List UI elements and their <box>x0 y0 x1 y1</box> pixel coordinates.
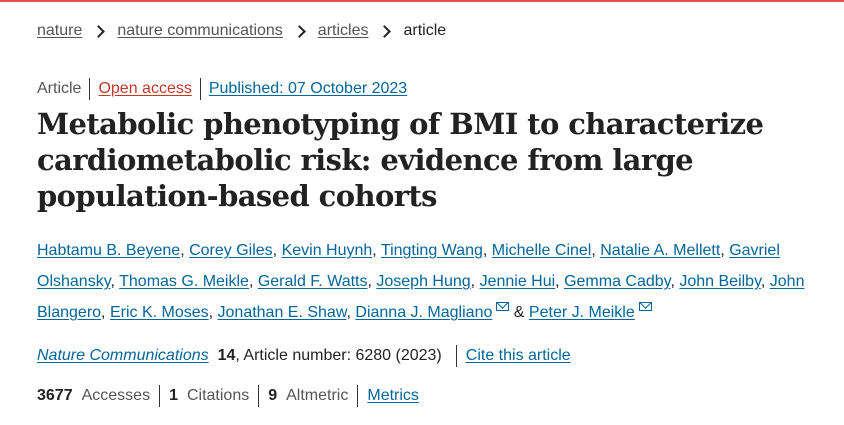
author-separator: , <box>272 242 282 259</box>
author-separator: , <box>720 242 730 259</box>
author-link[interactable]: Jonathan E. Shaw <box>218 304 347 321</box>
author-separator: , <box>482 242 492 259</box>
author-separator: , <box>208 304 218 321</box>
divider <box>455 345 457 367</box>
accesses-label: Accesses <box>81 387 151 404</box>
published-date-link[interactable]: Published: 07 October 2023 <box>209 79 407 99</box>
author-link[interactable]: Gerald F. Watts <box>258 273 368 290</box>
author-link[interactable]: Natalie A. Mellett <box>600 242 720 259</box>
divider <box>199 78 201 100</box>
article-type: Article <box>37 80 82 97</box>
author-link[interactable]: Gemma Cadby <box>564 273 670 290</box>
article-title: Metabolic phenotyping of BMI to characte… <box>37 107 764 213</box>
altmetric-label: Altmetric <box>286 387 349 404</box>
author-separator: , <box>760 273 770 290</box>
author-separator: , <box>372 242 381 259</box>
divider <box>258 385 260 407</box>
author-link[interactable]: John Beilby <box>679 273 761 290</box>
citations-count: 1 <box>169 387 178 404</box>
citations-label: Citations <box>186 387 250 404</box>
breadcrumb-item-nature[interactable]: nature <box>37 21 82 41</box>
author-separator: , <box>555 273 565 290</box>
author-link[interactable]: Peter J. Meikle <box>529 304 635 321</box>
article-number: , Article number: 6280 (2023) <box>235 347 442 364</box>
cite-this-article-link[interactable]: Cite this article <box>466 346 571 366</box>
accesses-count: 3677 <box>37 387 73 404</box>
chevron-right-icon <box>92 24 106 38</box>
breadcrumb: nature nature communications articles ar… <box>37 21 446 41</box>
author-link[interactable]: Kevin Huynh <box>282 242 373 259</box>
author-separator: , <box>248 273 258 290</box>
altmetric-count: 9 <box>268 387 278 404</box>
author-separator: , <box>110 273 120 290</box>
email-icon[interactable] <box>638 302 652 311</box>
author-link[interactable]: Eric K. Moses <box>110 304 209 321</box>
top-accent-bar <box>0 0 844 2</box>
author-link[interactable]: Habtamu B. Beyene <box>37 242 180 259</box>
author-link[interactable]: Dianna J. Magliano <box>355 304 492 321</box>
author-link[interactable]: Jennie Hui <box>480 273 556 290</box>
divider <box>357 385 359 407</box>
volume-number: 14 <box>217 347 236 364</box>
author-link[interactable]: Michelle Cinel <box>492 242 592 259</box>
author-separator: , <box>591 242 601 259</box>
breadcrumb-current: article <box>403 22 447 39</box>
chevron-right-icon <box>292 24 306 38</box>
citation-line: Nature Communications 14 , Article numbe… <box>37 345 571 367</box>
divider <box>89 78 91 100</box>
author-list: Habtamu B. Beyene, Corey Giles, Kevin Hu… <box>37 235 807 328</box>
author-link[interactable]: Tingting Wang <box>381 242 483 259</box>
author-link[interactable]: Thomas G. Meikle <box>119 273 249 290</box>
chevron-right-icon <box>378 24 392 38</box>
divider <box>159 385 161 407</box>
metrics-link[interactable]: Metrics <box>367 386 419 406</box>
author-and: & <box>509 304 529 321</box>
article-meta: Article Open access Published: 07 Octobe… <box>37 78 407 100</box>
breadcrumb-item-nature-communications[interactable]: nature communications <box>117 21 282 41</box>
open-access-link[interactable]: Open access <box>98 79 191 99</box>
author-link[interactable]: Joseph Hung <box>376 273 470 290</box>
journal-link[interactable]: Nature Communications <box>37 346 209 366</box>
article-metrics: 3677 Accesses 1 Citations 9 Altmetric Me… <box>37 385 419 407</box>
author-separator: , <box>101 304 110 321</box>
breadcrumb-item-articles[interactable]: articles <box>318 21 369 41</box>
email-icon[interactable] <box>496 302 510 311</box>
author-separator: , <box>470 273 480 290</box>
author-link[interactable]: Corey Giles <box>189 242 273 259</box>
author-separator: , <box>180 242 190 259</box>
